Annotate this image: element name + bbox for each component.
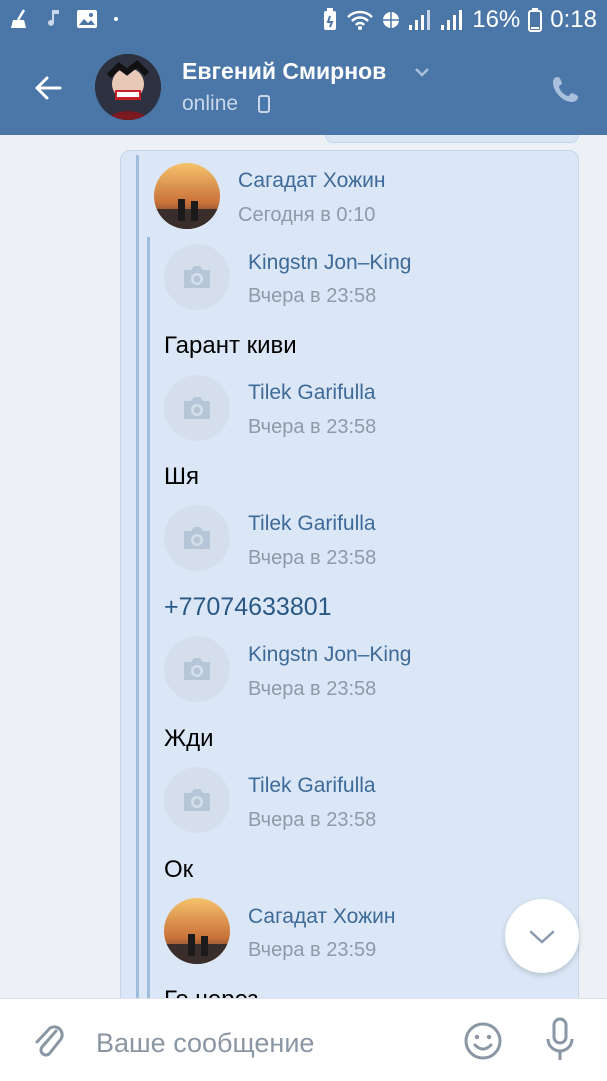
forward-author-avatar[interactable] [154,163,220,229]
phone-number-link[interactable]: +77074633801 [164,593,332,622]
message-time: Вчера в 23:58 [248,547,377,569]
message-time: Вчера в 23:58 [248,416,377,438]
camera-icon [184,658,210,680]
camera-icon [184,266,210,288]
message-author-name[interactable]: Kingstn Jon–King [248,251,411,275]
no-photo-avatar[interactable] [164,244,230,310]
message-text: Шя [164,463,199,490]
forward-author-name[interactable]: Сагадат Хожин [238,169,385,193]
message-list[interactable]: Сагадат Хожин Сегодня в 0:10 Kingstn Jon… [0,135,607,998]
message-time: Вчера в 23:58 [248,809,377,831]
no-photo-avatar[interactable] [164,767,230,833]
battery-percent: 16% [472,6,521,33]
camera-icon [184,527,210,549]
message-input[interactable] [96,1023,436,1063]
battery-icon [528,8,543,32]
forward-indent-bar [136,155,139,998]
message-author-name[interactable]: Tilek Garifulla [248,512,376,536]
message-text: Жди [164,725,214,752]
battery-saver-icon [324,8,337,30]
signal-2-icon [441,10,463,30]
contact-name[interactable]: Евгений Смирнов [182,58,386,85]
no-photo-avatar[interactable] [164,375,230,441]
message-text: Гарант киви [164,332,297,359]
paperclip-icon[interactable] [30,1019,66,1059]
signal-1-icon [409,10,431,30]
chat-header: Евгений Смирнов online [0,40,607,135]
previous-message-bubble [325,135,579,143]
message-time: Вчера в 23:58 [248,678,377,700]
camera-icon [184,397,210,419]
message-text: Го через [164,986,258,998]
contact-status: online [182,92,239,115]
music-note-icon [48,10,59,26]
microphone-icon[interactable] [544,1017,576,1063]
message-author-name[interactable]: Tilek Garifulla [248,381,376,405]
broom-icon [11,9,26,28]
message-author-name[interactable]: Сагадат Хожин [248,905,395,929]
dot-icon [114,17,118,21]
message-author-name[interactable]: Tilek Garifulla [248,774,376,798]
chevron-down-icon [529,930,555,944]
back-arrow-icon[interactable] [30,70,66,106]
system-status: 16% 0:18 [322,6,597,34]
phone-icon[interactable] [551,74,581,104]
globe-icon [383,12,400,28]
wifi-icon [347,10,374,30]
message-text: Ок [164,856,194,883]
message-author-name[interactable]: Kingstn Jon–King [248,643,411,667]
notification-icons [10,8,120,30]
forward-author-time: Сегодня в 0:10 [238,204,376,226]
camera-icon [184,789,210,811]
no-photo-avatar[interactable] [164,636,230,702]
nested-forward-indent-bar [147,237,150,998]
status-bar: 16% 0:18 [0,0,607,40]
no-photo-avatar[interactable] [164,505,230,571]
mobile-icon [258,95,270,113]
emoji-icon[interactable] [463,1021,503,1061]
scroll-to-bottom-button[interactable] [505,899,579,973]
message-time: Вчера в 23:58 [248,285,377,307]
message-time: Вчера в 23:59 [248,939,377,961]
message-composer [0,998,607,1081]
image-icon [77,10,97,28]
chevron-down-icon[interactable] [412,62,432,82]
message-author-avatar[interactable] [164,898,230,964]
clock: 0:18 [550,6,597,33]
contact-avatar[interactable] [95,54,161,120]
